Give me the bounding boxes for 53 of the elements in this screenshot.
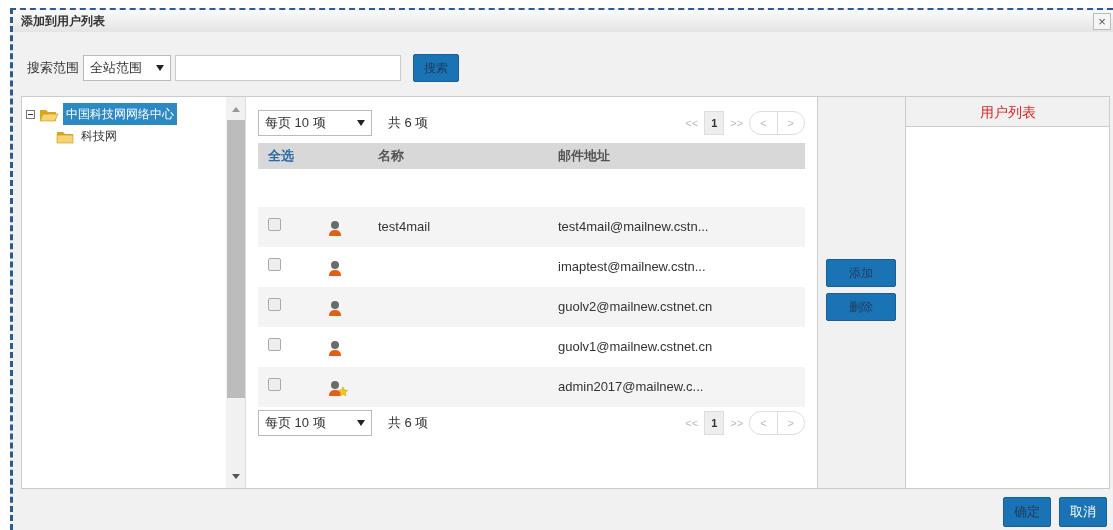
item-count: 共 6 项: [388, 114, 429, 133]
last-page-link[interactable]: >>: [730, 414, 744, 432]
user-icon: [328, 219, 342, 236]
scrollbar[interactable]: [226, 97, 246, 488]
collapse-icon[interactable]: [26, 109, 35, 119]
tree-item[interactable]: 中国科技网网络中心: [63, 103, 177, 125]
confirm-button[interactable]: 确定: [1003, 497, 1051, 527]
prev-button[interactable]: <: [750, 111, 777, 135]
up-arrow-icon: [231, 106, 240, 113]
close-button[interactable]: ×: [1093, 12, 1111, 30]
page-number[interactable]: 1: [704, 110, 725, 136]
email-address: imaptest@mailnew.cstn...: [558, 258, 707, 277]
column-header: 名称: [378, 147, 405, 166]
action-button[interactable]: 添加: [826, 259, 896, 287]
down-arrow-icon: [231, 474, 240, 481]
next-button[interactable]: >: [776, 111, 804, 135]
row-checkbox[interactable]: [268, 258, 281, 272]
email-address: test4mail@mailnew.cstn...: [558, 218, 710, 237]
search-field[interactable]: [175, 55, 401, 81]
search-button[interactable]: 搜索: [413, 54, 459, 82]
caret-icon: [156, 65, 164, 71]
first-page-link[interactable]: <<: [685, 114, 699, 132]
user-icon: [328, 259, 342, 276]
row-checkbox[interactable]: [268, 338, 281, 352]
tree-item[interactable]: 科技网: [78, 125, 120, 147]
email-address: guolv2@mailnew.cstnet.cn: [558, 298, 714, 317]
column-header: 邮件地址: [558, 147, 611, 166]
item-count: 共 6 项: [388, 414, 429, 433]
first-page-link[interactable]: <<: [685, 414, 699, 432]
page-size-dropdown[interactable]: 每页 10 项: [258, 410, 372, 436]
page-size-dropdown[interactable]: 每页 10 项: [258, 110, 372, 136]
next-button[interactable]: >: [776, 411, 804, 435]
window-title: 添加到用户列表: [21, 13, 105, 30]
page-number[interactable]: 1: [704, 410, 725, 436]
select-all-link[interactable]: 全选: [268, 148, 294, 164]
scope-dropdown[interactable]: 全站范围: [83, 55, 171, 81]
user-name: test4mail: [378, 219, 431, 235]
email-address: admin2017@mailnew.c...: [558, 378, 705, 397]
action-button[interactable]: 删除: [826, 293, 896, 321]
user-icon: [328, 339, 342, 356]
row-checkbox[interactable]: [268, 218, 281, 232]
row-checkbox[interactable]: [268, 298, 281, 312]
prev-button[interactable]: <: [750, 411, 777, 435]
caret-icon: [357, 120, 365, 126]
row-checkbox[interactable]: [268, 378, 281, 392]
last-page-link[interactable]: >>: [730, 114, 744, 132]
caret-icon: [357, 420, 365, 426]
admin-user-icon: [328, 379, 348, 396]
email-address: guolv1@mailnew.cstnet.cn: [558, 338, 714, 357]
search-scope-label: 搜索范围: [27, 59, 79, 78]
user-icon: [328, 299, 342, 316]
panel-title: 用户列表: [906, 97, 1109, 127]
cancel-button[interactable]: 取消: [1059, 497, 1107, 527]
